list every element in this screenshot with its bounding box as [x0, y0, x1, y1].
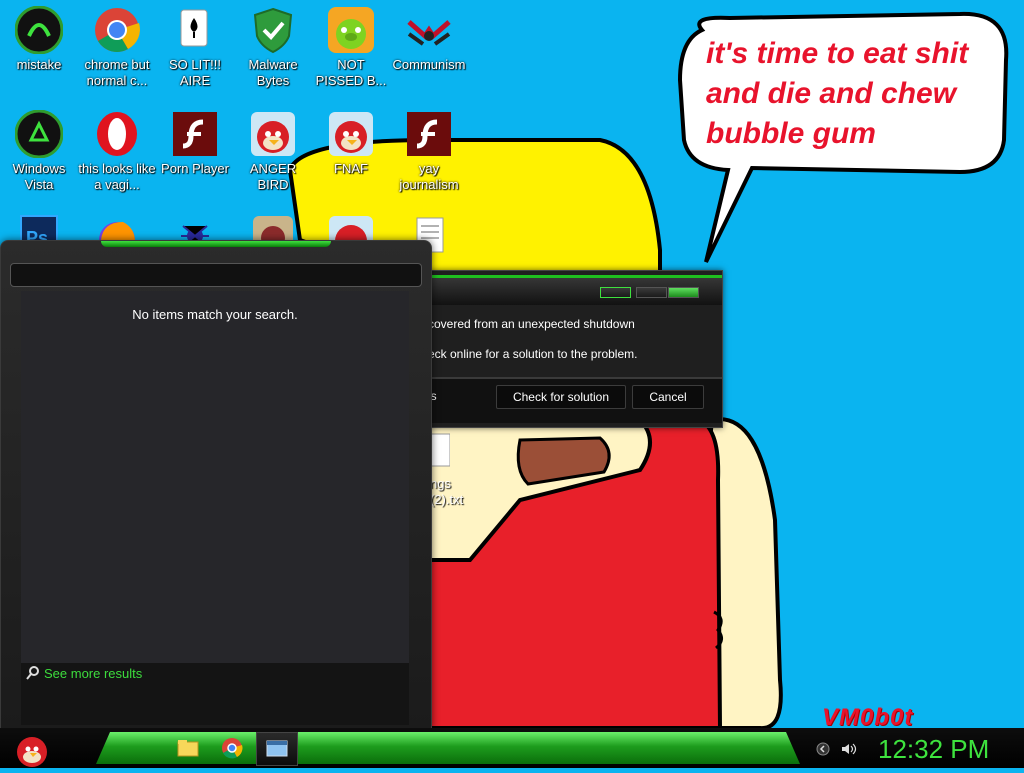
desktop-icon-mistake[interactable]: mistake — [0, 5, 78, 73]
desktop-icon-yay-journalism[interactable]: yay journalism — [390, 110, 468, 193]
taskbar-clock[interactable]: 12:32 PM — [878, 734, 989, 765]
desktop-icon-communism[interactable]: Communism — [390, 6, 468, 73]
dialog-message-line-1: covered from an unexpected shutdown — [428, 317, 635, 331]
shield-check-icon — [249, 6, 297, 54]
show-hidden-icon[interactable] — [816, 742, 830, 756]
angry-bird-icon — [249, 110, 297, 158]
taskbar-explorer-button[interactable] — [174, 734, 202, 762]
angry-bird-icon — [327, 110, 375, 158]
solitaire-icon — [171, 6, 219, 54]
desktop-icon-anger-bird[interactable]: ANGER BIRD — [234, 110, 312, 193]
opera-icon — [93, 110, 141, 158]
recycle-icon — [14, 109, 64, 159]
start-button[interactable] — [6, 728, 60, 768]
flash-icon — [171, 110, 219, 158]
speech-bubble-text: it's time to eat shit and die and chew b… — [706, 34, 996, 154]
desktop-icon-label: ngs (2).txt — [430, 476, 464, 507]
angry-bird-icon — [17, 737, 47, 767]
desktop-icon-opera[interactable]: this looks like a vagi... — [78, 110, 156, 193]
search-input[interactable] — [10, 263, 422, 287]
start-search-panel: No items match your search. See more res… — [0, 240, 432, 730]
dialog-message-line-2: eck online for a solution to the problem… — [428, 347, 638, 361]
minimize-button[interactable] — [600, 287, 631, 298]
no-results-message: No items match your search. — [132, 307, 298, 322]
communism-logo-icon — [405, 6, 453, 54]
maximize-button[interactable] — [636, 287, 667, 298]
desktop-icon-not-pissed[interactable]: NOT PISSED B... — [312, 6, 390, 89]
desktop-icon-malwarebytes[interactable]: Malware Bytes — [234, 6, 312, 89]
volume-icon[interactable] — [840, 742, 858, 756]
razer-icon — [14, 5, 64, 55]
close-button[interactable] — [668, 287, 699, 298]
chrome-icon — [222, 738, 243, 759]
flash-icon — [405, 110, 453, 158]
desktop-icon-chrome[interactable]: chrome but normal c... — [78, 6, 156, 89]
search-results-area — [21, 291, 409, 711]
search-icon — [26, 666, 39, 680]
speech-line-3: bubble gum — [706, 117, 876, 150]
desktop-icon-windows-vista[interactable]: Windows Vista — [0, 109, 78, 193]
speech-line-2: and die and chew — [706, 77, 957, 110]
desktop-icon-porn-player[interactable]: Porn Player — [156, 110, 234, 177]
desktop-icon-partial-txt[interactable]: ngs (2).txt — [430, 430, 470, 510]
desktop-icon-solitaire[interactable]: SO LIT!!! AIRE — [156, 6, 234, 89]
text-file-icon — [430, 433, 450, 467]
speech-line-1: it's time to eat shit — [706, 37, 969, 70]
explorer-icon — [177, 740, 199, 757]
desktop-icon-fnaf[interactable]: FNAF — [312, 110, 390, 177]
see-more-results-link[interactable]: See more results — [44, 666, 142, 681]
chrome-icon — [93, 6, 141, 54]
window-icon — [266, 740, 288, 757]
panel-glow — [101, 241, 331, 247]
taskbar-chrome-button[interactable] — [218, 734, 246, 762]
pig-icon — [327, 6, 375, 54]
cancel-button[interactable]: Cancel — [632, 385, 704, 409]
taskbar-window-button[interactable] — [256, 732, 298, 766]
check-for-solution-button[interactable]: Check for solution — [496, 385, 626, 409]
taskbar — [0, 728, 1024, 768]
error-dialog: covered from an unexpected shutdown eck … — [428, 270, 723, 428]
